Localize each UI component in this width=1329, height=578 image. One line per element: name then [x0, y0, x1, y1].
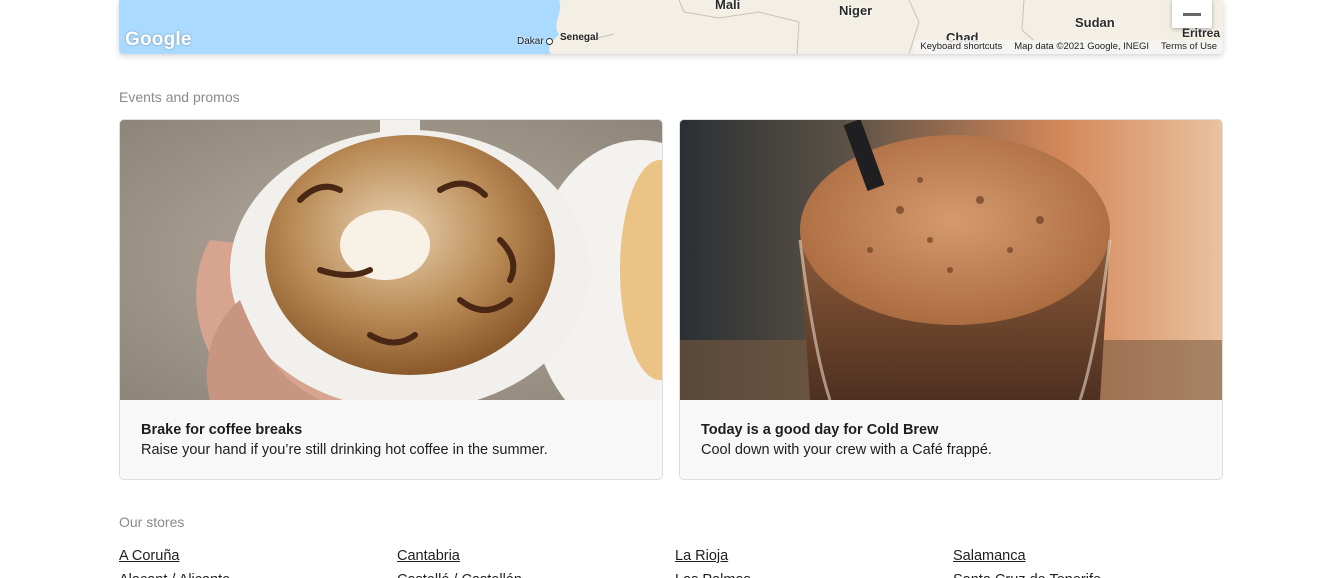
promo-card-title: Today is a good day for Cold Brew: [701, 422, 939, 438]
map-label-mali: Mali: [715, 0, 741, 12]
store-link[interactable]: Las Palmas: [675, 570, 953, 578]
store-link[interactable]: Salamanca: [953, 546, 1231, 566]
map-label-sudan: Sudan: [1075, 15, 1115, 30]
promo-card-description: Raise your hand if you’re still drinking…: [141, 442, 548, 458]
google-logo: Google: [125, 29, 192, 50]
city-marker-icon: [546, 38, 553, 45]
store-link[interactable]: Cantabria: [397, 546, 675, 566]
map-label-senegal: Senegal: [560, 32, 599, 43]
promo-card-description: Cool down with your crew with a Café fra…: [701, 442, 992, 458]
store-link[interactable]: A Coruña: [119, 546, 397, 566]
map-label-dakar: Dakar: [517, 36, 544, 47]
terms-of-use-link[interactable]: Terms of Use: [1155, 40, 1223, 54]
store-link[interactable]: Alacant / Alicante: [119, 570, 397, 578]
map-data-text: Map data ©2021 Google, INEGI: [1014, 41, 1150, 52]
stores-heading: Our stores: [119, 514, 185, 530]
map-label-niger: Niger: [839, 3, 873, 18]
store-link[interactable]: La Rioja: [675, 546, 953, 566]
store-map[interactable]: Mali Niger Sudan Chad Eritrea Senegal Da…: [119, 0, 1223, 54]
events-heading: Events and promos: [119, 89, 240, 105]
latte-art-cup-photo: [120, 120, 662, 400]
promo-card-cold-brew[interactable]: Today is a good day for Cold Brew Cool d…: [679, 119, 1223, 480]
map-attribution: Keyboard shortcuts Map data ©2021 Google…: [914, 40, 1223, 54]
promo-card-coffee-breaks[interactable]: Brake for coffee breaks Raise your hand …: [119, 119, 663, 480]
minus-icon: [1183, 12, 1201, 16]
store-link[interactable]: Castelló / Castellón: [397, 570, 675, 578]
keyboard-shortcuts-link[interactable]: Keyboard shortcuts: [914, 40, 1008, 54]
promo-card-title: Brake for coffee breaks: [141, 422, 303, 438]
cold-brew-frappe-photo: [680, 120, 1222, 400]
zoom-out-button[interactable]: [1172, 0, 1212, 28]
map-label-eritrea: Eritrea: [1182, 26, 1221, 40]
store-link[interactable]: Santa Cruz de Tenerife: [953, 570, 1231, 578]
store-list: A Coruña Cantabria La Rioja Salamanca Al…: [119, 546, 1229, 578]
